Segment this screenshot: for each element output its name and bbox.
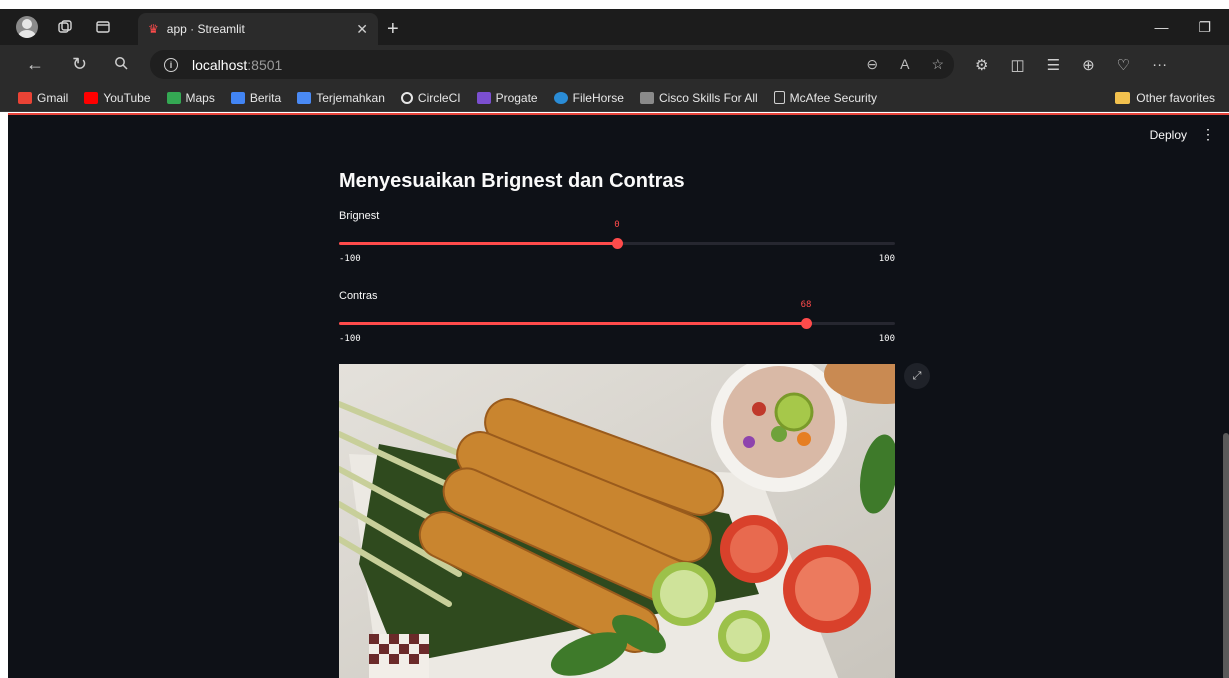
browser-toolbar: ⚙ ◫ ☰ ⊕ ♡ ···	[975, 56, 1167, 74]
streamlit-crown-icon: ♛	[148, 22, 159, 36]
collections-icon[interactable]: ⊕	[1082, 56, 1095, 74]
bookmark-filehorse[interactable]: FileHorse	[553, 90, 624, 105]
slider-label: Contras	[339, 290, 378, 302]
other-favorites[interactable]: Other favorites	[1115, 91, 1215, 105]
url-host: localhost	[192, 56, 248, 73]
workspaces-icon[interactable]	[55, 17, 75, 37]
bookmark-label: Berita	[249, 90, 282, 105]
bookmark-mcafee[interactable]: McAfee Security	[773, 90, 878, 105]
bookmark-berita[interactable]: Berita	[230, 90, 282, 105]
bookmark-label: Cisco Skills For All	[658, 90, 758, 105]
bookmarks-bar: Gmail YouTube Maps Berita Terjemahkan Ci…	[0, 84, 1229, 112]
slider-thumb[interactable]	[801, 318, 813, 329]
slider-thumb[interactable]	[612, 238, 623, 249]
close-icon[interactable]: ✕	[356, 21, 368, 38]
back-arrow-icon[interactable]: ←	[26, 54, 44, 75]
slider-track[interactable]: 68	[339, 300, 895, 329]
main-menu-icon[interactable]: ⋮	[1201, 126, 1215, 143]
bookmark-label: Gmail	[37, 90, 69, 105]
circleci-icon	[400, 91, 413, 104]
deploy-button[interactable]: Deploy	[1150, 128, 1187, 142]
scrollbar[interactable]	[1223, 433, 1229, 678]
favorites-icon[interactable]: ☰	[1047, 56, 1060, 74]
minimize-icon[interactable]: —	[1154, 19, 1168, 36]
youtube-icon	[84, 91, 99, 104]
slider-fill	[339, 322, 807, 325]
filehorse-icon	[553, 91, 568, 104]
window-controls: — ❐	[1154, 19, 1211, 36]
bookmark-circleci[interactable]: CircleCI	[400, 90, 461, 105]
bookmark-cisco[interactable]: Cisco Skills For All	[639, 90, 758, 105]
url-field[interactable]: i localhost:8501 ⊖ A ☆	[150, 50, 954, 79]
bookmark-label: YouTube	[103, 90, 151, 105]
refresh-icon[interactable]: ↻	[72, 54, 87, 75]
info-icon[interactable]: i	[164, 57, 178, 72]
more-options-icon[interactable]: ···	[1152, 56, 1167, 74]
browser-tab-bar: ♛ app · Streamlit ✕ + — ❐	[0, 9, 1229, 45]
bookmark-label: Progate	[495, 90, 538, 105]
slider-fill	[339, 242, 617, 245]
slider-min: -100	[339, 254, 361, 264]
bookmark-label: Terjemahkan	[316, 90, 385, 105]
gmail-icon	[18, 91, 32, 104]
slider-label: Brignest	[339, 210, 380, 222]
restore-icon[interactable]: ❐	[1198, 19, 1211, 36]
bookmark-label: McAfee Security	[789, 90, 878, 105]
split-screen-icon[interactable]: ◫	[1010, 56, 1024, 74]
bookmark-terjemahkan[interactable]: Terjemahkan	[297, 91, 385, 105]
food-photo-illustration	[339, 364, 895, 678]
folder-icon	[1115, 92, 1131, 104]
slider-value: 0	[614, 220, 620, 230]
bookmark-gmail[interactable]: Gmail	[18, 91, 68, 105]
zoom-icon[interactable]: ⊖	[866, 56, 878, 73]
bookmark-label: FileHorse	[572, 90, 624, 105]
slider-track[interactable]: 0	[339, 220, 895, 249]
page-title: Menyesuaikan Brignest dan Contras	[339, 170, 685, 192]
bookmark-label: CircleCI	[417, 90, 461, 105]
bookmark-label: Maps	[185, 90, 215, 105]
bookmark-progate[interactable]: Progate	[476, 90, 538, 105]
health-icon[interactable]: ♡	[1117, 56, 1130, 74]
new-tab-icon[interactable]: +	[387, 18, 399, 41]
url-port: :8501	[247, 56, 283, 73]
cisco-icon	[639, 91, 654, 104]
sate-lilit-image	[339, 364, 895, 678]
browser-address-bar: ← ↻ i localhost:8501 ⊖ A ☆ ⚙ ◫ ☰ ⊕ ♡ ···	[0, 45, 1229, 84]
favorite-star-icon[interactable]: ☆	[931, 56, 944, 73]
bookmark-maps[interactable]: Maps	[166, 90, 215, 105]
read-aloud-icon[interactable]: A	[900, 56, 909, 73]
slider-max: 100	[878, 334, 895, 344]
fullscreen-icon[interactable]: ⤢	[904, 363, 930, 389]
slider-max: 100	[878, 254, 895, 264]
document-icon	[773, 91, 785, 104]
url-actions: ⊖ A ☆	[866, 56, 944, 73]
slider-value: 68	[800, 300, 812, 310]
profile-avatar[interactable]	[16, 16, 38, 38]
other-favorites-label: Other favorites	[1136, 91, 1215, 105]
slider-min: -100	[339, 334, 361, 344]
progate-icon	[476, 91, 491, 104]
translate-icon	[297, 91, 312, 104]
bookmark-youtube[interactable]: YouTube	[84, 90, 151, 105]
maps-icon	[166, 91, 181, 104]
search-icon[interactable]	[114, 56, 128, 74]
news-icon	[230, 91, 245, 104]
active-tab[interactable]: ♛ app · Streamlit ✕	[138, 13, 378, 45]
tab-actions-icon[interactable]	[93, 17, 113, 37]
tab-title: app · Streamlit	[166, 22, 245, 36]
extensions-icon[interactable]: ⚙	[975, 56, 988, 74]
streamlit-app: Deploy ⋮ Menyesuaikan Brignest dan Contr…	[8, 113, 1229, 678]
